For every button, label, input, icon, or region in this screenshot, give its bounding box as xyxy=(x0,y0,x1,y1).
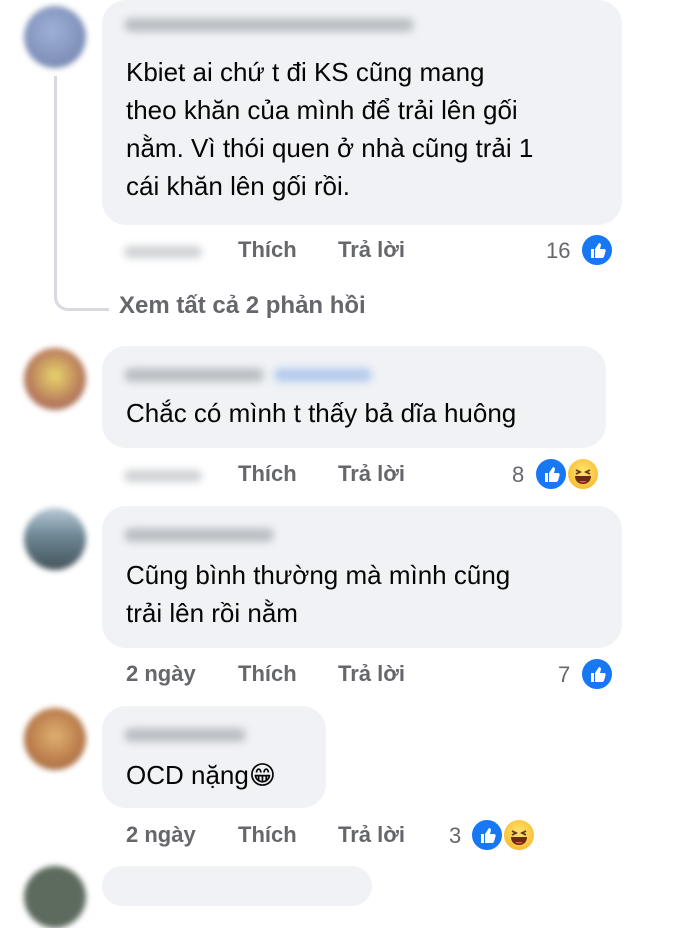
reply-button[interactable]: Trả lời xyxy=(338,462,405,486)
like-button[interactable]: Thích xyxy=(238,823,297,847)
haha-icon[interactable] xyxy=(566,457,600,491)
avatar[interactable] xyxy=(24,508,86,570)
reaction-count[interactable]: 7 xyxy=(558,663,570,687)
avatar[interactable] xyxy=(24,6,86,68)
reply-button[interactable]: Trả lời xyxy=(338,823,405,847)
comment-bubble: Chắc có mình t thấy bả dĩa huông xyxy=(102,346,606,448)
comment-text: Chắc có mình t thấy bả dĩa huông xyxy=(126,398,517,428)
avatar[interactable] xyxy=(24,348,86,410)
haha-icon[interactable] xyxy=(502,818,536,852)
thread-line xyxy=(54,76,109,311)
comment-text: Cũng bình thường mà mình cũng trải lên r… xyxy=(126,560,511,628)
view-replies-link[interactable]: Xem tất cả 2 phản hồi xyxy=(119,292,366,320)
like-icon[interactable] xyxy=(470,818,504,852)
comment-text: OCD nặng😁 xyxy=(126,760,276,790)
reaction-count[interactable]: 8 xyxy=(512,463,524,487)
comment-bubble: Kbiet ai chứ t đi KS cũng mang theo khăn… xyxy=(102,0,622,225)
avatar[interactable] xyxy=(24,866,86,928)
reaction-count[interactable]: 16 xyxy=(546,239,570,263)
comment-time[interactable]: 2 ngày xyxy=(126,823,196,847)
comment-time[interactable] xyxy=(124,246,202,258)
like-icon[interactable] xyxy=(580,657,614,691)
author-name[interactable] xyxy=(124,368,264,382)
comment-time[interactable]: 2 ngày xyxy=(126,662,196,686)
reply-button[interactable]: Trả lời xyxy=(338,238,405,262)
comment-text: Kbiet ai chứ t đi KS cũng mang theo khăn… xyxy=(126,57,534,201)
like-icon[interactable] xyxy=(534,457,568,491)
like-button[interactable]: Thích xyxy=(238,462,297,486)
reaction-count[interactable]: 3 xyxy=(449,824,461,848)
comment-bubble xyxy=(102,866,372,906)
reply-button[interactable]: Trả lời xyxy=(338,662,405,686)
comment-bubble: Cũng bình thường mà mình cũng trải lên r… xyxy=(102,506,622,648)
author-name[interactable] xyxy=(124,528,274,542)
avatar[interactable] xyxy=(24,708,86,770)
comment-bubble: OCD nặng😁 xyxy=(102,706,326,808)
author-name[interactable] xyxy=(124,18,414,32)
like-icon[interactable] xyxy=(580,233,614,267)
follow-link[interactable] xyxy=(274,368,372,382)
comment-time[interactable] xyxy=(124,470,202,482)
author-name[interactable] xyxy=(124,728,246,742)
like-button[interactable]: Thích xyxy=(238,662,297,686)
like-button[interactable]: Thích xyxy=(238,238,297,262)
